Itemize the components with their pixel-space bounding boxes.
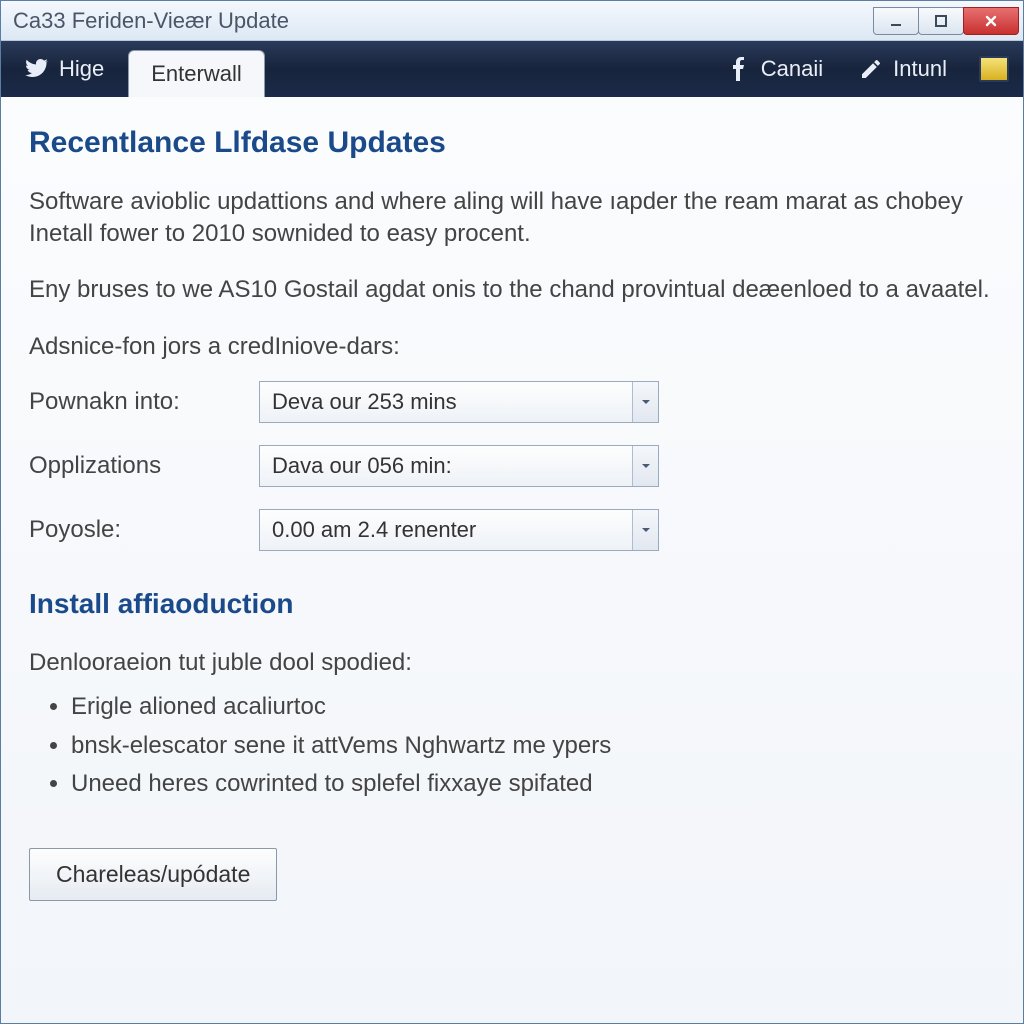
form-label: Poyosle: [29,514,259,546]
list-item: bnsk-elescator sene it attVems Nghwartz … [71,730,995,762]
select-opplizations[interactable]: Dava our 056 min: [259,445,659,487]
facebook-icon [727,57,751,81]
list-item: Uneed heres cowrinted to splefel fixxaye… [71,768,995,800]
nav-left: Hige Enterwall [15,41,265,97]
tab-enterwall[interactable]: Enterwall [128,50,264,97]
select-poyosle[interactable]: 0.00 am 2.4 renenter [259,509,659,551]
window-title: Ca33 Feriden-Vieær Update [13,8,874,34]
select-value: Deva our 253 mins [272,387,632,417]
minimize-icon [889,14,903,28]
list-item: Erigle alioned acaliurtoc [71,691,995,723]
button-label: Chareleas/upódate [56,861,250,887]
intro-paragraph-1: Software avioblic updattions and where a… [29,186,995,251]
settings-form: Adsnice-fon jors a credIniove-dars: Pown… [29,331,995,551]
bird-icon [25,57,49,81]
nav-item-canaii[interactable]: Canaii [723,41,827,97]
content-area: Recentlance Llfdase Updates Software avi… [1,97,1023,1023]
app-window: Ca33 Feriden-Vieær Update Hige Enterwall [0,0,1024,1024]
nav-item-label: Intunl [893,56,947,82]
close-icon [984,14,998,28]
nav-item-hige[interactable]: Hige [15,41,114,97]
nav-item-label: Canaii [761,56,823,82]
select-value: Dava our 056 min: [272,451,632,481]
maximize-icon [934,14,948,28]
minimize-button[interactable] [873,7,919,35]
select-pownakn[interactable]: Deva our 253 mins [259,381,659,423]
intro-paragraph-2: Eny bruses to we AS10 Gostail agdat onis… [29,274,995,306]
section-heading-updates: Recentlance Llfdase Updates [29,123,995,164]
navbar: Hige Enterwall Canaii Intunl [1,41,1023,97]
nav-item-label: Hige [59,56,104,82]
list-intro: Denlooraeion tut juble dool spodied: [29,647,995,679]
chevron-down-icon [632,510,658,550]
pencil-icon [859,57,883,81]
chevron-down-icon [632,446,658,486]
chevron-down-icon [632,382,658,422]
form-label: Opplizations [29,450,259,482]
form-label: Pownakn into: [29,386,259,418]
maximize-button[interactable] [918,7,964,35]
form-row-poyosle: Poyosle: 0.00 am 2.4 renenter [29,509,995,551]
section-heading-install: Install affiaoduction [29,585,995,623]
update-button[interactable]: Chareleas/upódate [29,848,277,901]
window-controls [874,7,1019,35]
nav-right: Canaii Intunl [723,41,1009,97]
form-row-pownakn: Pownakn into: Deva our 253 mins [29,381,995,423]
close-button[interactable] [963,7,1019,35]
form-row-opplizations: Opplizations Dava our 056 min: [29,445,995,487]
nav-item-intunl[interactable]: Intunl [855,41,951,97]
tab-label: Enterwall [151,61,241,86]
feature-list: Erigle alioned acaliurtoc bnsk-elescator… [71,691,995,800]
titlebar: Ca33 Feriden-Vieær Update [1,1,1023,41]
form-intro-label: Adsnice-fon jors a credIniove-dars: [29,331,995,363]
select-value: 0.00 am 2.4 renenter [272,515,632,545]
nav-notification-icon[interactable] [979,56,1009,82]
